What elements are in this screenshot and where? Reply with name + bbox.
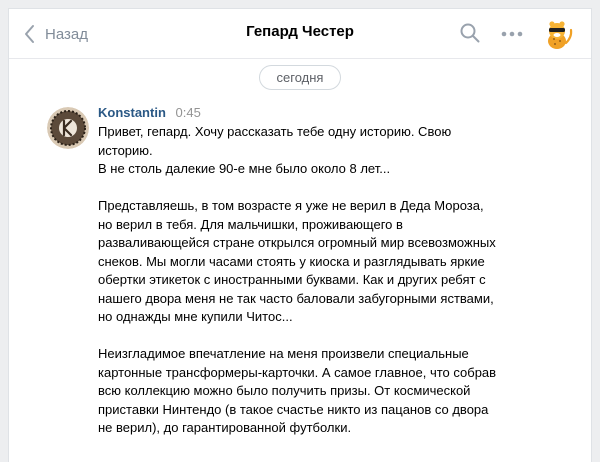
message-paragraph: Представляешь, в том возрасте я уже не в… <box>98 198 496 324</box>
chat-window: Назад Гепард Честер сегодня Konstantin 0… <box>8 8 592 462</box>
more-dots-icon[interactable] <box>501 31 523 37</box>
message-header: Konstantin 0:45 <box>98 105 201 120</box>
message-time: 0:45 <box>175 105 201 120</box>
search-icon[interactable] <box>459 22 481 44</box>
message-paragraph: Привет, гепард. Хочу рассказать тебе одн… <box>98 124 452 158</box>
sender-avatar[interactable] <box>47 107 89 149</box>
cheetah-avatar-icon <box>541 17 575 51</box>
date-separator: сегодня <box>259 65 341 90</box>
message-paragraph: В не столь далекие 90-е мне было около 8… <box>98 161 391 176</box>
sender-avatar-image <box>47 107 89 149</box>
message-author[interactable]: Konstantin <box>98 105 166 120</box>
message-paragraph: Неизгладимое впечатление на меня произве… <box>98 346 497 435</box>
chat-avatar[interactable] <box>541 17 575 51</box>
message-text: Привет, гепард. Хочу рассказать тебе одн… <box>98 123 498 438</box>
chat-header: Назад Гепард Честер <box>9 9 591 59</box>
